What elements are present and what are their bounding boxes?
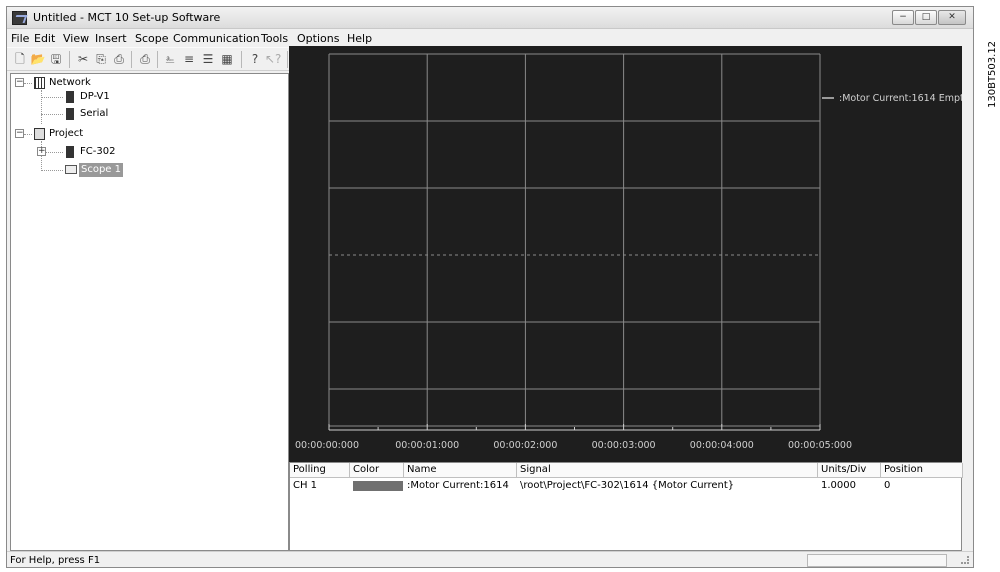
status-panel <box>807 554 947 567</box>
minimize-button[interactable]: − <box>892 10 914 25</box>
serial-icon <box>66 108 74 120</box>
tree-item-dp-v1[interactable]: DP-V1 <box>80 90 110 104</box>
legend-label: :Motor Current:1614 Empty <box>839 93 962 104</box>
scope-icon <box>65 165 77 174</box>
grid-icon[interactable]: ▦ <box>219 51 235 67</box>
menu-insert[interactable]: Insert <box>95 32 127 45</box>
scope-plot[interactable]: 00:00:00:000 00:00:01:000 00:00:02:000 00:0… <box>289 46 962 462</box>
x-tick-label: 00:00:01:000 <box>395 440 459 451</box>
project-tree[interactable]: − Network DP-V1 Serial − Project + FC-30… <box>10 73 289 551</box>
menu-bar: File Edit View Insert Scope Communicatio… <box>7 30 973 47</box>
x-tick-label: 00:00:03:000 <box>592 440 656 451</box>
maximize-button[interactable]: □ <box>915 10 937 25</box>
window-title: Untitled - MCT 10 Set-up Software <box>33 11 221 24</box>
print-icon[interactable]: ⎙ <box>137 51 153 67</box>
menu-help[interactable]: Help <box>347 32 372 45</box>
new-icon[interactable]: 🗋 <box>12 51 28 67</box>
menu-scope[interactable]: Scope <box>135 32 169 45</box>
tree-item-project[interactable]: Project <box>49 127 83 141</box>
project-icon <box>34 128 45 140</box>
expand-fc302-icon[interactable]: + <box>37 147 46 156</box>
paste-icon[interactable]: ⎙ <box>111 51 127 67</box>
col-units-div[interactable]: Units/Div <box>818 463 881 478</box>
rename-icon[interactable]: ⎁ <box>162 51 178 67</box>
x-tick-label: 00:00:04:000 <box>690 440 754 451</box>
cell-signal[interactable]: \root\Project\FC-302\1614 {Motor Current… <box>517 479 734 493</box>
dp-v1-icon <box>66 91 74 103</box>
menu-view[interactable]: View <box>63 32 89 45</box>
col-color[interactable]: Color <box>350 463 404 478</box>
channel-table[interactable]: Polling Color Name Signal Units/Div Posi… <box>289 462 963 551</box>
menu-options[interactable]: Options <box>297 32 339 45</box>
status-help-text: For Help, press F1 <box>10 555 101 566</box>
app-icon <box>12 11 27 25</box>
tree-item-fc302[interactable]: FC-302 <box>80 145 115 159</box>
figure-code: 130BT503.12 <box>986 30 1000 120</box>
help-icon[interactable]: ? <box>247 51 263 67</box>
col-position[interactable]: Position <box>881 463 963 478</box>
menu-communication[interactable]: Communication <box>173 32 260 45</box>
col-polling[interactable]: Polling <box>290 463 350 478</box>
cell-polling[interactable]: CH 1 <box>290 479 317 493</box>
figure-code-text: 130BT503.12 <box>987 40 998 108</box>
x-tick-label: 00:00:02:000 <box>493 440 557 451</box>
network-icon <box>34 77 45 89</box>
collapse-project-icon[interactable]: − <box>15 129 24 138</box>
menu-tools[interactable]: Tools <box>261 32 288 45</box>
title-bar[interactable]: Untitled - MCT 10 Set-up Software − □ ✕ <box>7 7 973 29</box>
cell-color[interactable] <box>353 481 403 491</box>
cell-units-div[interactable]: 1.0000 <box>818 479 856 493</box>
col-signal[interactable]: Signal <box>517 463 818 478</box>
save-icon[interactable]: 🖫 <box>48 51 64 67</box>
status-bar: For Help, press F1 <box>7 551 973 568</box>
whats-this-icon[interactable]: ↖? <box>265 51 281 67</box>
collapse-network-icon[interactable]: − <box>15 78 24 87</box>
menu-edit[interactable]: Edit <box>34 32 55 45</box>
close-button[interactable]: ✕ <box>938 10 966 25</box>
application-window: Untitled - MCT 10 Set-up Software − □ ✕ … <box>6 6 974 568</box>
tree-icon[interactable]: ≡ <box>181 51 197 67</box>
tree-item-scope1[interactable]: Scope 1 <box>79 163 124 177</box>
list-icon[interactable]: ☰ <box>200 51 216 67</box>
resize-grip-icon[interactable] <box>961 556 969 564</box>
cell-position[interactable]: 0 <box>881 479 890 493</box>
tree-item-serial[interactable]: Serial <box>80 107 108 121</box>
tree-item-network[interactable]: Network <box>49 76 91 90</box>
cut-icon[interactable]: ✂ <box>75 51 91 67</box>
col-name[interactable]: Name <box>404 463 517 478</box>
cell-name[interactable]: :Motor Current:1614 <box>404 479 509 493</box>
x-tick-label: 00:00:05:000 <box>788 440 852 451</box>
open-icon[interactable]: 📂 <box>30 51 46 67</box>
drive-icon <box>66 146 74 158</box>
copy-icon[interactable]: ⎘ <box>93 51 109 67</box>
x-tick-label: 00:00:00:000 <box>295 440 359 451</box>
menu-file[interactable]: File <box>11 32 29 45</box>
